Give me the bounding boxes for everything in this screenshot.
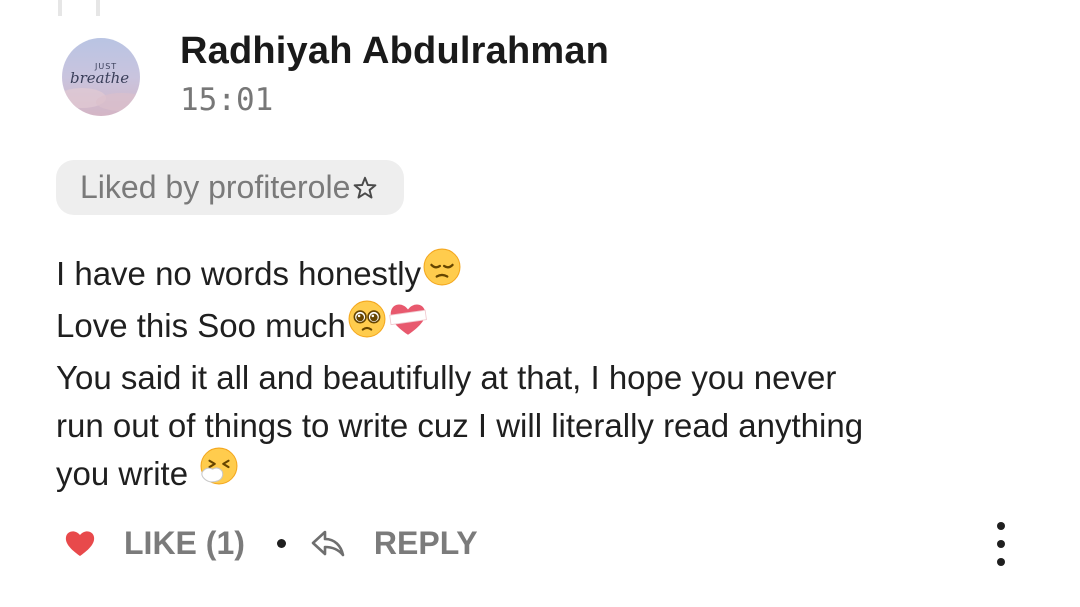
comment-timestamp: 15:01	[180, 82, 274, 118]
pensive-face-emoji-icon	[423, 248, 461, 299]
comment-line: You said it all and beautifully at that,…	[56, 358, 837, 396]
like-label: LIKE (1)	[124, 524, 245, 561]
thread-line-right	[96, 0, 100, 16]
comment-line: run out of things to write cuz I will li…	[56, 406, 864, 444]
thread-line-left	[58, 0, 62, 16]
comment-actions: LIKE (1) REPLY	[64, 518, 478, 568]
sneezing-face-emoji-icon	[199, 447, 239, 498]
like-button[interactable]: LIKE (1)	[64, 525, 245, 562]
more-dot	[997, 522, 1005, 530]
avatar[interactable]: JUST breathe	[62, 38, 140, 116]
comment-line: you write	[56, 447, 1046, 502]
comment-card: JUST breathe Radhiyah Abdulrahman 15:01 …	[0, 0, 1080, 607]
comment-body: I have no words honestly Love this Soo m…	[56, 248, 1046, 502]
liked-by-label: Liked by profiterole	[80, 169, 351, 205]
more-vertical-icon[interactable]	[988, 522, 1014, 566]
heart-icon	[65, 531, 95, 556]
more-dot	[997, 558, 1005, 566]
comment-line-text: you write	[56, 454, 198, 492]
comment-line-text: I have no words honestly	[56, 255, 422, 292]
reply-label: REPLY	[373, 524, 478, 561]
separator-dot	[276, 538, 286, 548]
pleading-face-emoji-icon	[348, 300, 386, 351]
avatar-text-bottom: breathe	[70, 69, 129, 87]
comment-line: I have no words honestly	[56, 248, 1046, 302]
star-icon	[352, 175, 378, 201]
reply-button[interactable]: REPLY	[310, 525, 478, 562]
comment-line-text: Love this Soo much	[56, 306, 346, 344]
comment-line: Love this Soo much	[56, 300, 1046, 354]
liked-by-chip[interactable]: Liked by profiterole	[56, 160, 405, 215]
mending-heart-emoji-icon	[388, 300, 428, 351]
reply-icon	[311, 530, 345, 557]
author-name[interactable]: Radhiyah Abdulrahman	[180, 30, 609, 73]
more-dot	[997, 540, 1005, 548]
